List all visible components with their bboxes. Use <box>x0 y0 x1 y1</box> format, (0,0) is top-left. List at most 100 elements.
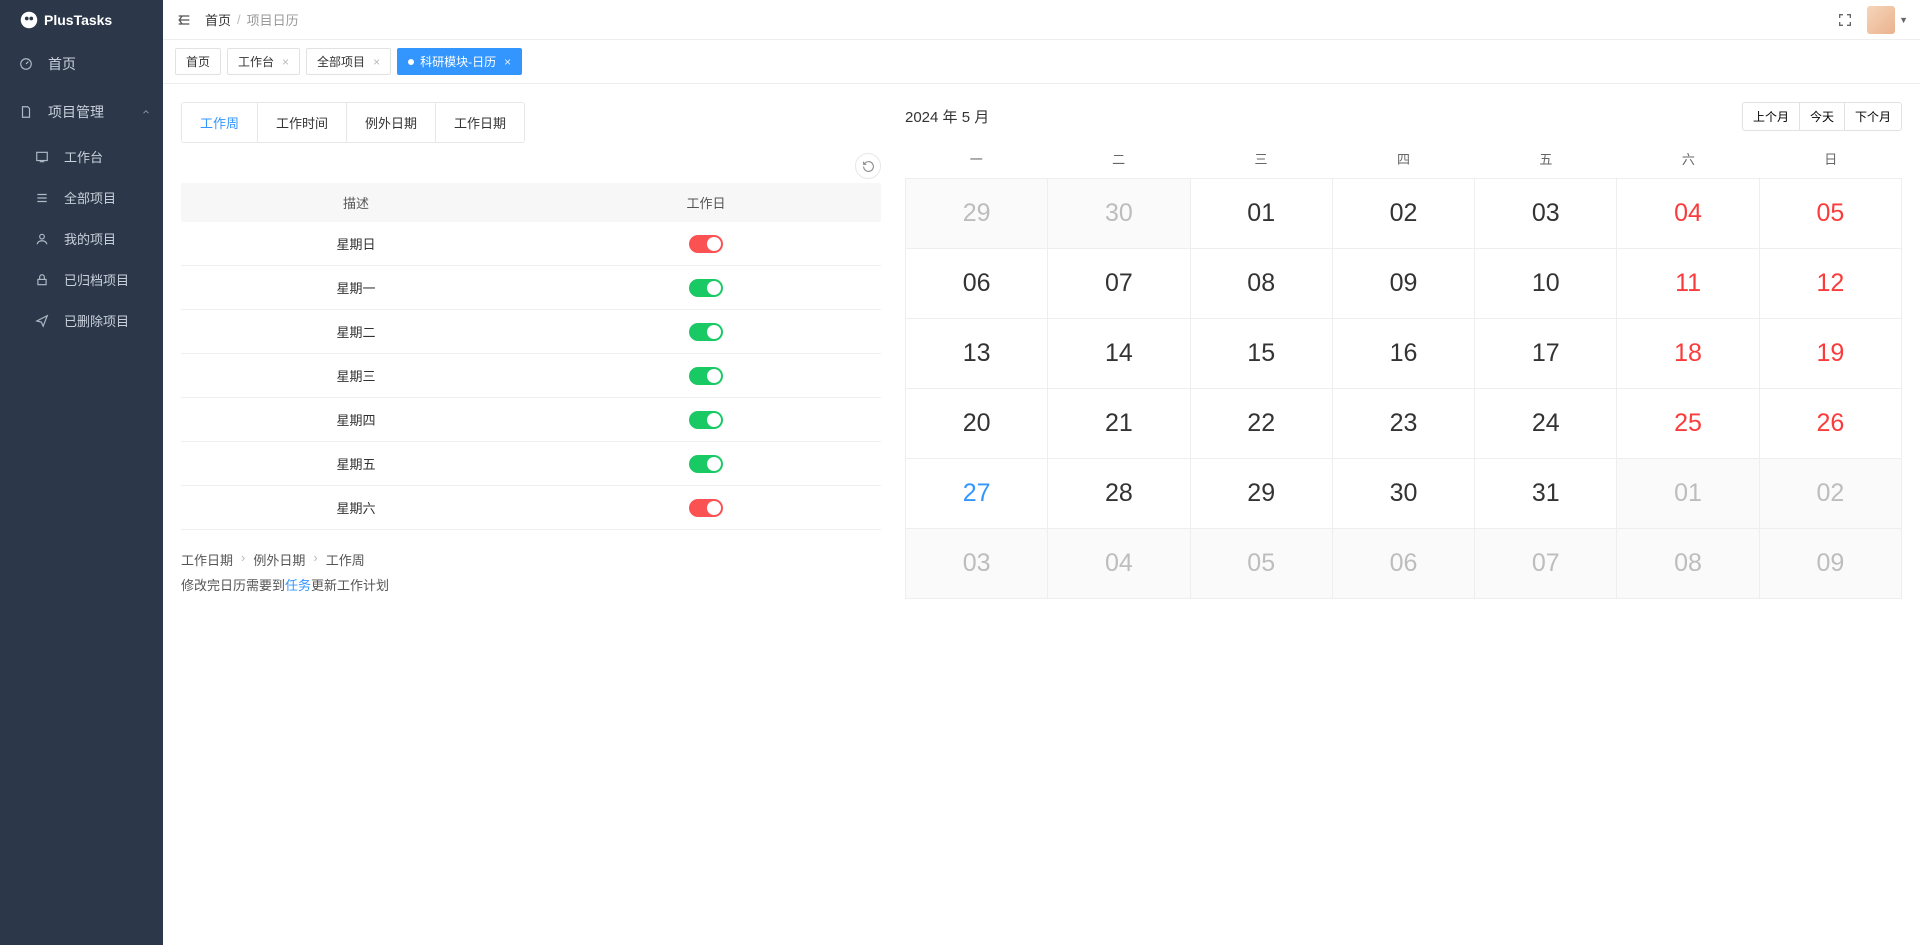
workbench-icon <box>34 149 50 165</box>
calendar-day[interactable]: 18 <box>1617 319 1759 389</box>
topbar: 首页 / 项目日历 ▼ <box>163 0 1920 40</box>
calendar-day[interactable]: 29 <box>1191 459 1333 529</box>
calendar-day[interactable]: 08 <box>1191 249 1333 319</box>
calendar-day[interactable]: 28 <box>1048 459 1190 529</box>
calendar-day[interactable]: 17 <box>1475 319 1617 389</box>
week-row: 星期一 <box>181 266 881 310</box>
calendar-day[interactable]: 20 <box>906 389 1048 459</box>
calendar-day[interactable]: 04 <box>1048 529 1190 599</box>
workday-toggle[interactable] <box>689 367 723 385</box>
avatar <box>1867 6 1895 34</box>
calendar-day[interactable]: 11 <box>1617 249 1759 319</box>
calendar-day[interactable]: 05 <box>1191 529 1333 599</box>
close-icon[interactable]: × <box>504 55 511 69</box>
calendar-day[interactable]: 07 <box>1475 529 1617 599</box>
calendar-day[interactable]: 14 <box>1048 319 1190 389</box>
open-tab[interactable]: 工作台× <box>227 48 300 75</box>
calendar-day[interactable]: 15 <box>1191 319 1333 389</box>
calendar-day[interactable]: 19 <box>1760 319 1902 389</box>
calendar-title: 2024 年 5 月 <box>905 106 989 127</box>
calendar-day[interactable]: 24 <box>1475 389 1617 459</box>
open-tab[interactable]: 全部项目× <box>306 48 391 75</box>
calendar-day[interactable]: 16 <box>1333 319 1475 389</box>
calendar-day[interactable]: 09 <box>1760 529 1902 599</box>
nav-sub-item[interactable]: 工作台 <box>0 136 163 177</box>
week-row: 星期六 <box>181 486 881 530</box>
calendar-day[interactable]: 01 <box>1617 459 1759 529</box>
calendar-day[interactable]: 08 <box>1617 529 1759 599</box>
calendar-day[interactable]: 10 <box>1475 249 1617 319</box>
calendar-weekday: 日 <box>1760 143 1902 178</box>
workday-toggle[interactable] <box>689 279 723 297</box>
calendar-day[interactable]: 06 <box>1333 529 1475 599</box>
chevron-up-icon <box>141 104 151 120</box>
calendar-day[interactable]: 25 <box>1617 389 1759 459</box>
app-logo[interactable]: PlusTasks <box>0 0 163 40</box>
calendar-day[interactable]: 03 <box>1475 179 1617 249</box>
workday-toggle[interactable] <box>689 499 723 517</box>
inner-tab[interactable]: 例外日期 <box>347 103 436 142</box>
nav-sub-item[interactable]: 已归档项目 <box>0 259 163 300</box>
fullscreen-icon[interactable] <box>1837 12 1853 28</box>
week-row: 星期二 <box>181 310 881 354</box>
calendar-day[interactable]: 22 <box>1191 389 1333 459</box>
calendar-day[interactable]: 03 <box>906 529 1048 599</box>
inner-tabs: 工作周工作时间例外日期工作日期 <box>181 102 525 143</box>
calendar-weekday: 四 <box>1332 143 1474 178</box>
open-tab[interactable]: 科研模块-日历× <box>397 48 522 75</box>
calendar-day[interactable]: 07 <box>1048 249 1190 319</box>
footnote-text: 修改完日历需要到任务更新工作计划 <box>181 575 881 594</box>
prev-month-button[interactable]: 上个月 <box>1742 102 1800 131</box>
next-month-button[interactable]: 下个月 <box>1845 102 1902 131</box>
inner-tab[interactable]: 工作日期 <box>436 103 524 142</box>
nav-project-mgmt[interactable]: 项目管理 <box>0 88 163 136</box>
calendar-day[interactable]: 31 <box>1475 459 1617 529</box>
inner-tab[interactable]: 工作时间 <box>258 103 347 142</box>
calendar-day[interactable]: 02 <box>1760 459 1902 529</box>
calendar-day[interactable]: 06 <box>906 249 1048 319</box>
nav-home-label: 首页 <box>48 54 76 74</box>
calendar-day[interactable]: 05 <box>1760 179 1902 249</box>
week-table-header: 描述 工作日 <box>181 183 881 222</box>
week-day-label: 星期日 <box>181 234 531 253</box>
workday-toggle[interactable] <box>689 455 723 473</box>
close-icon[interactable]: × <box>282 55 289 69</box>
calendar-day[interactable]: 13 <box>906 319 1048 389</box>
open-tab[interactable]: 首页 <box>175 48 221 75</box>
calendar-day[interactable]: 30 <box>1333 459 1475 529</box>
refresh-button[interactable] <box>855 153 881 179</box>
week-day-label: 星期一 <box>181 278 531 297</box>
calendar-day[interactable]: 29 <box>906 179 1048 249</box>
calendar-day[interactable]: 04 <box>1617 179 1759 249</box>
nav-sub-item[interactable]: 我的项目 <box>0 218 163 259</box>
priority-crumbs: 工作日期› 例外日期› 工作周 <box>181 550 881 569</box>
calendar-day[interactable]: 21 <box>1048 389 1190 459</box>
breadcrumb-root[interactable]: 首页 <box>205 10 231 29</box>
week-day-label: 星期六 <box>181 498 531 517</box>
workday-toggle[interactable] <box>689 235 723 253</box>
lock-icon <box>34 272 50 288</box>
nav-sub-item[interactable]: 全部项目 <box>0 177 163 218</box>
col-description: 描述 <box>181 193 531 212</box>
breadcrumb-current: 项目日历 <box>247 10 299 29</box>
workday-toggle[interactable] <box>689 411 723 429</box>
nav-sub-item[interactable]: 已删除项目 <box>0 300 163 341</box>
close-icon[interactable]: × <box>373 55 380 69</box>
menu-toggle-icon[interactable] <box>175 11 193 29</box>
calendar-day[interactable]: 23 <box>1333 389 1475 459</box>
calendar-day[interactable]: 01 <box>1191 179 1333 249</box>
calendar-day[interactable]: 02 <box>1333 179 1475 249</box>
task-link[interactable]: 任务 <box>285 578 311 593</box>
dot-icon <box>408 59 414 65</box>
today-button[interactable]: 今天 <box>1800 102 1845 131</box>
calendar-day[interactable]: 27 <box>906 459 1048 529</box>
calendar-day[interactable]: 12 <box>1760 249 1902 319</box>
calendar-day[interactable]: 26 <box>1760 389 1902 459</box>
calendar-weekday: 三 <box>1190 143 1332 178</box>
workday-toggle[interactable] <box>689 323 723 341</box>
calendar-day[interactable]: 09 <box>1333 249 1475 319</box>
nav-home[interactable]: 首页 <box>0 40 163 88</box>
inner-tab[interactable]: 工作周 <box>182 103 258 142</box>
calendar-day[interactable]: 30 <box>1048 179 1190 249</box>
user-menu[interactable]: ▼ <box>1867 6 1908 34</box>
